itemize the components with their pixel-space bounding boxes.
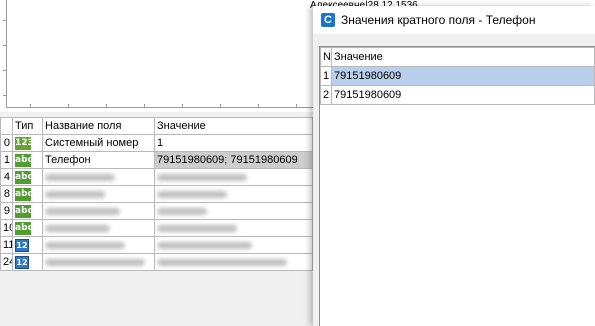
chart-y-axis [6, 0, 7, 108]
type-cell: 123 [12, 134, 43, 152]
table-row[interactable]: 0 123 Системный номер 1 [0, 134, 313, 152]
x-tick [258, 104, 259, 108]
redacted-text [45, 207, 120, 215]
row-number: 8 [0, 185, 13, 203]
type-cell: 12 [12, 253, 43, 271]
field-value-cell[interactable] [154, 236, 313, 254]
y-tick [3, 70, 7, 71]
redacted-text [157, 190, 227, 198]
values-header: N Значение [320, 47, 595, 67]
row-number: 24 [0, 253, 13, 271]
row-number: 1 [320, 66, 332, 86]
redacted-text [45, 258, 145, 266]
text-type-icon: abc [15, 170, 33, 184]
table-row[interactable]: 1 79151980609 [320, 66, 595, 86]
field-value-cell[interactable]: 1 [154, 134, 313, 152]
field-value-cell[interactable]: 79151980609; 79151980609 [154, 151, 313, 169]
type-cell: abc [12, 185, 43, 203]
dialog-titlebar[interactable]: C Значения кратного поля - Телефон [313, 6, 595, 34]
value-cell[interactable]: 79151980609 [331, 66, 595, 86]
x-tick [106, 104, 107, 108]
table-row[interactable]: 10 abc [0, 219, 313, 237]
table-row[interactable]: 24 12 [0, 253, 313, 271]
field-value-cell[interactable] [154, 202, 313, 220]
app-icon: C [321, 13, 335, 27]
table-row[interactable]: 2 79151980609 [320, 85, 595, 105]
table-row[interactable]: 9 abc [0, 202, 313, 220]
row-number: 0 [0, 134, 13, 152]
y-tick [3, 95, 7, 96]
x-tick [30, 104, 31, 108]
row-number: 4 [0, 168, 13, 186]
column-header-field-name[interactable]: Название поля [42, 117, 155, 135]
type-cell: abc [12, 151, 43, 169]
column-header-num[interactable] [0, 117, 13, 135]
text-type-icon: abc [15, 153, 33, 167]
column-header-n[interactable]: N [320, 47, 332, 67]
values-grid-container: N Значение 1 79151980609 2 79151980609 [319, 46, 595, 326]
text-type-icon: abc [15, 204, 33, 218]
field-name-cell[interactable]: Телефон [42, 151, 155, 169]
redacted-text [157, 258, 287, 266]
redacted-text [45, 241, 125, 249]
row-number: 2 [320, 85, 332, 105]
field-name-cell[interactable] [42, 202, 155, 220]
field-name-cell[interactable] [42, 185, 155, 203]
column-header-value[interactable]: Значение [331, 47, 595, 67]
redacted-text [45, 224, 110, 232]
x-tick [182, 104, 183, 108]
x-tick [68, 104, 69, 108]
table-row[interactable]: 8 abc [0, 185, 313, 203]
table-row[interactable]: 1 abc Телефон 79151980609; 79151980609 [0, 151, 313, 169]
row-number: 1 [0, 151, 13, 169]
column-header-value[interactable]: Значение [154, 117, 313, 135]
redacted-text [45, 190, 105, 198]
column-header-type[interactable]: Тип [12, 117, 43, 135]
date-type-icon: 12 [15, 238, 29, 252]
redacted-text [45, 173, 115, 181]
fields-header: Тип Название поля Значение [0, 117, 313, 135]
redacted-text [157, 241, 252, 249]
field-name-cell[interactable]: Системный номер [42, 134, 155, 152]
y-tick [3, 20, 7, 21]
fields-table: Тип Название поля Значение 0 123 Системн… [0, 117, 313, 271]
x-tick [296, 104, 297, 108]
type-cell: abc [12, 202, 43, 220]
table-row[interactable]: 11 12 [0, 236, 313, 254]
row-number: 9 [0, 202, 13, 220]
field-name-cell[interactable] [42, 219, 155, 237]
date-type-icon: 12 [15, 255, 29, 269]
text-type-icon: abc [15, 221, 33, 235]
x-tick [220, 104, 221, 108]
type-cell: abc [12, 168, 43, 186]
row-number: 10 [0, 219, 13, 237]
field-value-cell[interactable] [154, 168, 313, 186]
type-cell: 12 [12, 236, 43, 254]
multi-value-dialog: C Значения кратного поля - Телефон N Зна… [313, 6, 595, 326]
field-value-cell[interactable] [154, 185, 313, 203]
table-row[interactable]: 4 abc [0, 168, 313, 186]
redacted-text [157, 224, 237, 232]
chart-x-axis [6, 107, 318, 108]
y-tick [3, 45, 7, 46]
dialog-title: Значения кратного поля - Телефон [341, 13, 536, 27]
row-number: 11 [0, 236, 13, 254]
value-cell[interactable]: 79151980609 [331, 85, 595, 105]
number-type-icon: 123 [15, 136, 34, 150]
text-type-icon: abc [15, 187, 33, 201]
values-table: N Значение 1 79151980609 2 79151980609 [320, 47, 595, 105]
field-value-cell[interactable] [154, 253, 313, 271]
redacted-text [157, 173, 247, 181]
field-name-cell[interactable] [42, 253, 155, 271]
field-name-cell[interactable] [42, 168, 155, 186]
type-cell: abc [12, 219, 43, 237]
x-tick [144, 104, 145, 108]
field-value-cell[interactable] [154, 219, 313, 237]
chart-area [0, 0, 318, 112]
redacted-text [157, 207, 207, 215]
field-name-cell[interactable] [42, 236, 155, 254]
